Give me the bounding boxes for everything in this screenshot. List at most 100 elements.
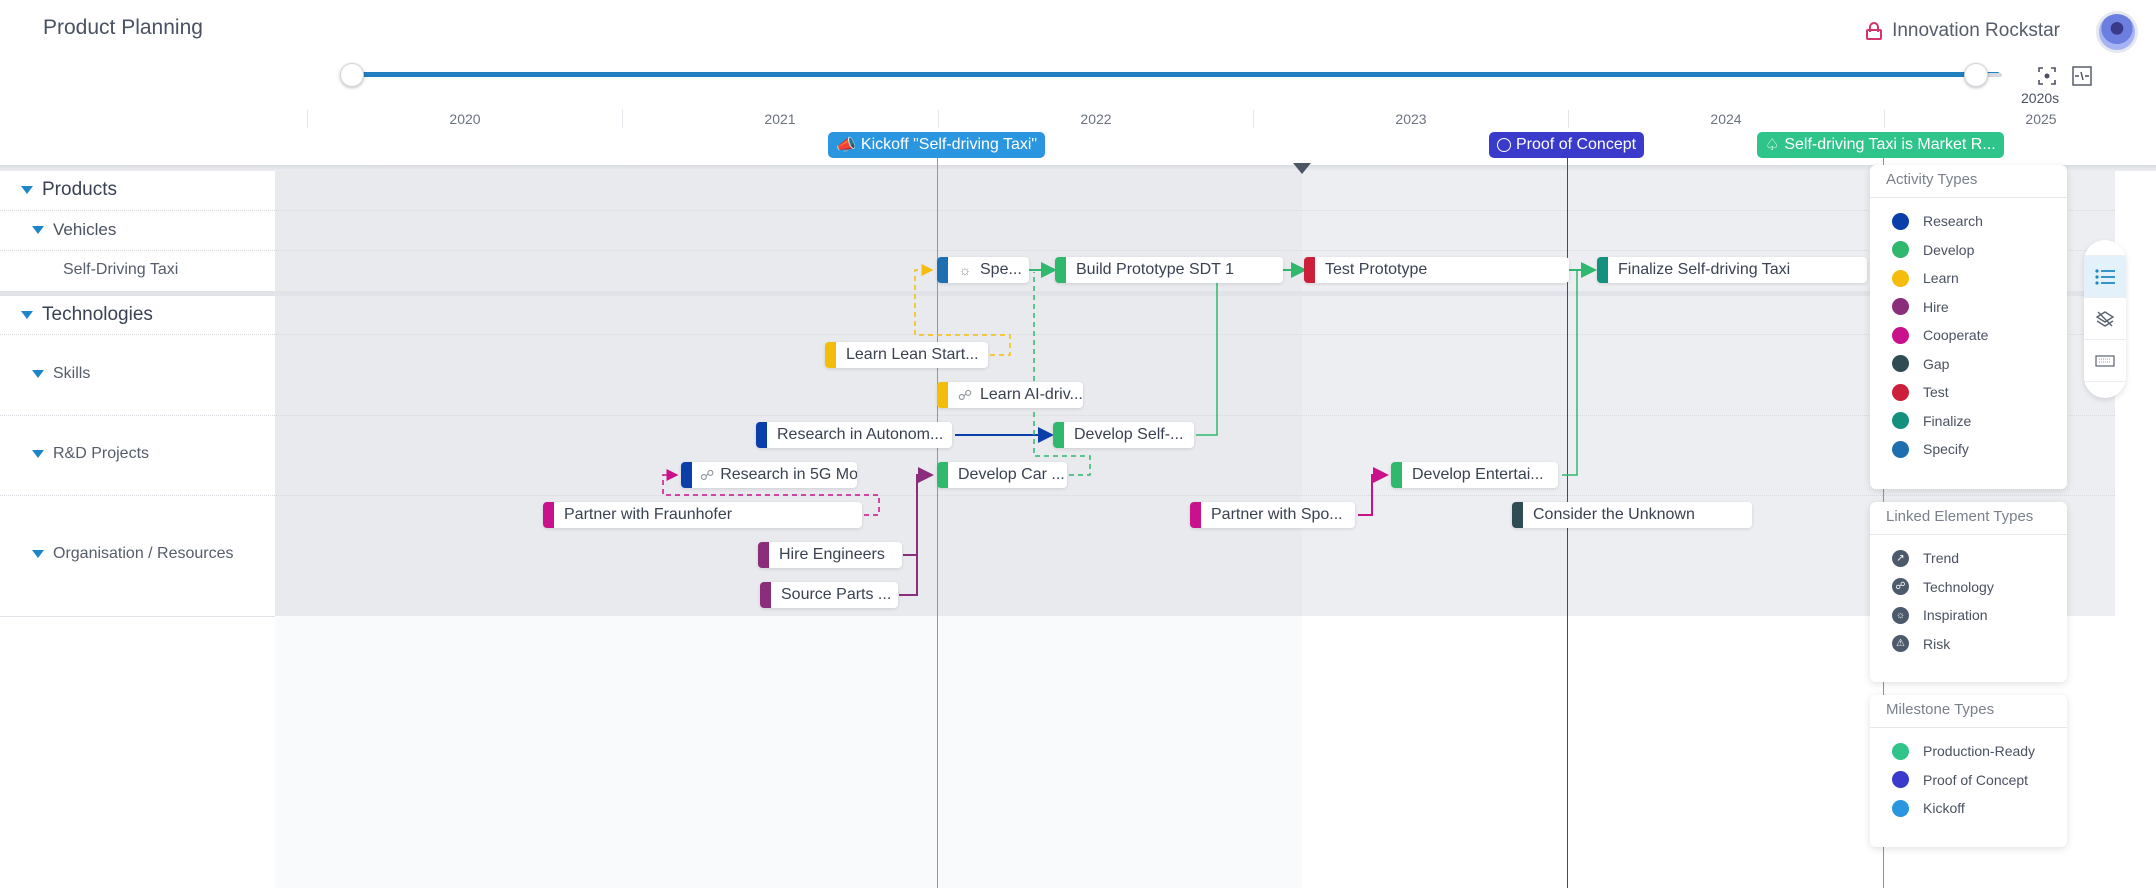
- activity-label: Learn AI-driv...: [980, 386, 1083, 403]
- legend-label: Finalize: [1923, 412, 1972, 429]
- milestone-kickoff[interactable]: 📣 Kickoff "Self-driving Taxi": [828, 132, 1046, 158]
- tree-item-skills[interactable]: Skills: [32, 365, 90, 383]
- activity-bar[interactable]: Build Prototype SDT 1: [1055, 257, 1283, 283]
- legend-title: Linked Element Types: [1870, 502, 2067, 535]
- header-divider: [0, 165, 2156, 171]
- fit-to-screen-button[interactable]: [2037, 66, 2057, 86]
- today-marker[interactable]: [1293, 163, 1311, 174]
- legend-item-learn: Learn: [1870, 264, 2067, 293]
- expand-caret-icon[interactable]: [32, 370, 44, 378]
- expand-caret-icon[interactable]: [32, 550, 44, 558]
- layers-off-icon: [2095, 310, 2115, 327]
- activity-bar[interactable]: Develop Entertai...: [1391, 462, 1558, 488]
- year-tick: [1884, 110, 1885, 128]
- legend-item: Kickoff: [1870, 794, 2067, 823]
- inspiration-icon: ☼: [958, 262, 972, 278]
- keyboard-shortcuts-button[interactable]: [2084, 340, 2126, 382]
- range-slider-start-handle[interactable]: [340, 63, 364, 87]
- legend-label: Production-Ready: [1923, 743, 2036, 760]
- row-divider: [0, 210, 2115, 211]
- activity-bar[interactable]: ☍ Research in 5G Mo...: [681, 462, 857, 488]
- activity-bar[interactable]: Partner with Spo...: [1190, 502, 1355, 528]
- layers-toggle-button[interactable]: [2084, 298, 2126, 340]
- group-divider: [0, 291, 2115, 296]
- range-slider-end-handle[interactable]: [1964, 63, 1988, 87]
- legend-label: Proof of Concept: [1923, 771, 2029, 788]
- activity-type-indicator: [1304, 257, 1315, 283]
- tree-item-products[interactable]: Products: [21, 179, 117, 201]
- year-label: 2022: [1080, 111, 1112, 127]
- proof-of-concept-icon: [1497, 138, 1511, 152]
- legend-label: Trend: [1923, 550, 1960, 567]
- tree-item-label: Products: [42, 179, 117, 200]
- activity-bar[interactable]: Develop Car ...: [937, 462, 1067, 488]
- activity-label: Partner with Fraunhofer: [564, 506, 733, 523]
- kickoff-icon: [1892, 799, 1909, 817]
- compress-timeline-button[interactable]: [2072, 66, 2092, 86]
- year-tick: [307, 110, 308, 128]
- activity-bar[interactable]: Develop Self-...: [1053, 422, 1194, 448]
- legend-label: Hire: [1923, 298, 1949, 315]
- legend-item: ☼ Inspiration: [1870, 601, 2067, 630]
- technology-icon: ☍: [1892, 578, 1909, 596]
- activity-bar[interactable]: Test Prototype: [1304, 257, 1569, 283]
- milestone-label: Kickoff "Self-driving Taxi": [860, 136, 1038, 153]
- activity-bar[interactable]: Hire Engineers: [758, 542, 902, 568]
- legend-label: Cooperate: [1923, 327, 1989, 344]
- milestone-label: Self-driving Taxi is Market R...: [1784, 136, 1996, 153]
- lock-icon: [1866, 22, 1883, 40]
- activity-bar[interactable]: ☍ Learn AI-driv...: [937, 382, 1083, 408]
- activity-bar[interactable]: Finalize Self-driving Taxi: [1597, 257, 1867, 283]
- legend-label: Develop: [1923, 241, 1975, 258]
- tree-item-organisation-resources[interactable]: Organisation / Resources: [32, 545, 234, 563]
- activity-label: Partner with Spo...: [1211, 506, 1343, 523]
- proof-of-concept-icon: [1892, 771, 1909, 789]
- expand-caret-icon[interactable]: [32, 450, 44, 458]
- activity-type-indicator: [758, 542, 769, 568]
- year-label: 2025: [2025, 111, 2057, 127]
- activity-label: Research in 5G Mo...: [720, 466, 857, 483]
- avatar[interactable]: [2096, 11, 2138, 53]
- expand-caret-icon[interactable]: [32, 226, 44, 234]
- milestone-production-ready[interactable]: ♤ Self-driving Taxi is Market R...: [1757, 132, 2004, 158]
- year-tick: [938, 110, 939, 128]
- activity-type-indicator: [756, 422, 767, 448]
- tree-item-vehicles[interactable]: Vehicles: [32, 220, 116, 240]
- activity-bar[interactable]: Partner with Fraunhofer: [543, 502, 862, 528]
- legend-label: Inspiration: [1923, 607, 1988, 624]
- tree-item-rd-projects[interactable]: R&D Projects: [32, 445, 149, 463]
- tree-item-label: Vehicles: [53, 220, 117, 239]
- legend-label: Risk: [1923, 635, 1951, 652]
- activity-bar[interactable]: Source Parts ...: [760, 582, 898, 608]
- range-slider-track[interactable]: [352, 72, 2000, 77]
- tree-item-technologies[interactable]: Technologies: [21, 304, 153, 326]
- activity-bar[interactable]: ☼ Spe...: [937, 257, 1029, 283]
- expand-caret-icon[interactable]: [21, 311, 33, 319]
- legend-item-develop: Develop: [1870, 236, 2067, 265]
- list-icon: [2095, 268, 2115, 285]
- technology-icon: ☍: [700, 466, 715, 483]
- color-swatch: [1892, 412, 1909, 430]
- row-divider: [0, 250, 2115, 251]
- tree-item-label: Organisation / Resources: [53, 545, 234, 562]
- keyboard-icon: [2095, 354, 2115, 367]
- legend-item: Proof of Concept: [1870, 766, 2067, 795]
- tree-item-label: Self-Driving Taxi: [63, 261, 179, 278]
- legend-linked-element-types: Linked Element Types ↗ Trend ☍ Technology …: [1870, 502, 2067, 682]
- zoom-level-label: 2020s: [2021, 90, 2060, 106]
- legend-label: Technology: [1923, 578, 1994, 595]
- activity-type-indicator: [937, 257, 948, 283]
- activity-label: Develop Entertai...: [1412, 466, 1544, 483]
- milestone-proof-of-concept[interactable]: Proof of Concept: [1489, 132, 1645, 158]
- legend-toggle-button[interactable]: [2084, 256, 2126, 298]
- tree-item-self-driving-taxi[interactable]: Self-Driving Taxi: [63, 261, 178, 279]
- megaphone-icon: 📣: [836, 137, 856, 154]
- activity-type-indicator: [1597, 257, 1608, 283]
- expand-caret-icon[interactable]: [21, 186, 33, 194]
- activity-bar[interactable]: Research in Autonom...: [756, 422, 952, 448]
- user-menu[interactable]: Innovation Rockstar: [1866, 20, 2060, 42]
- activity-bar[interactable]: Learn Lean Start...: [825, 342, 988, 368]
- activity-label: Learn Lean Start...: [846, 346, 979, 363]
- activity-bar[interactable]: Consider the Unknown: [1512, 502, 1752, 528]
- legend-title: Milestone Types: [1870, 695, 2067, 728]
